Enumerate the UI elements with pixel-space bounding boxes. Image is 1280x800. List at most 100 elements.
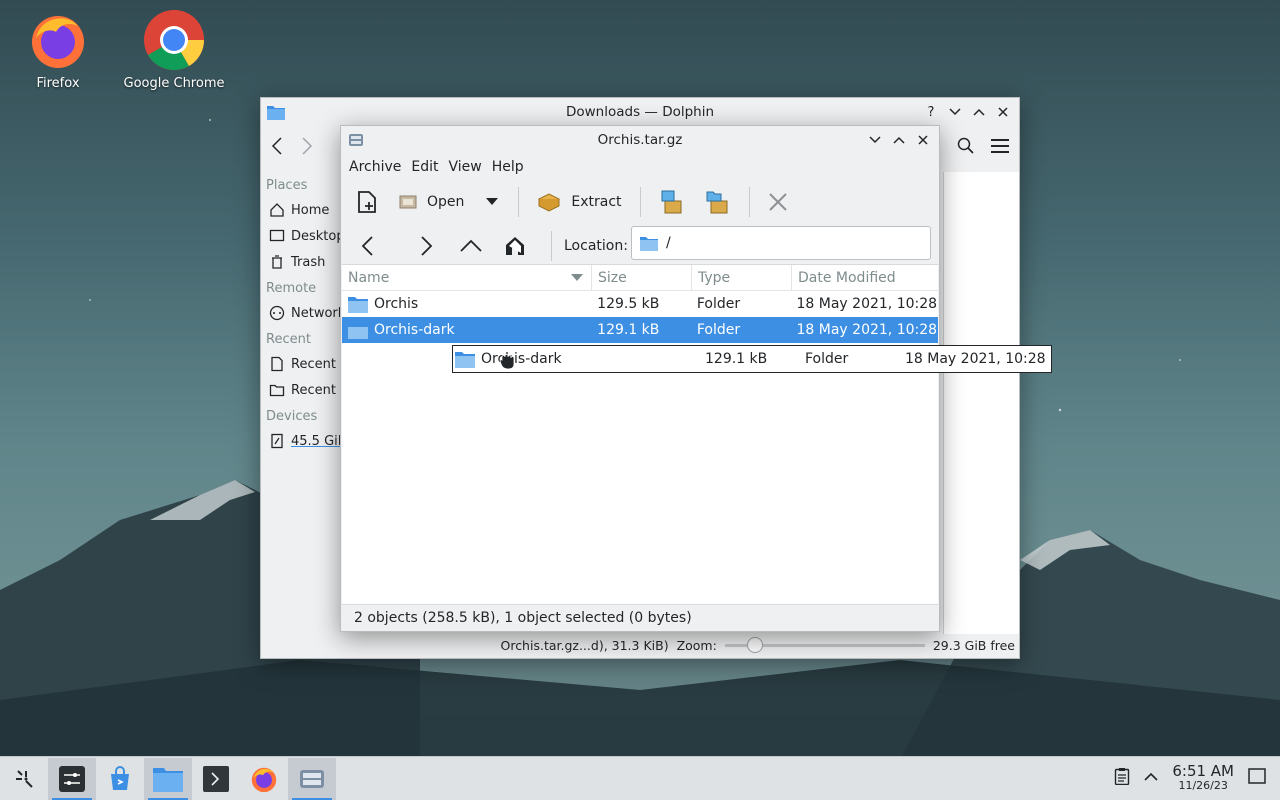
hamburger-menu-icon[interactable]	[991, 139, 1009, 157]
back-button[interactable]	[271, 136, 301, 160]
delete-x-icon	[768, 193, 787, 211]
clipboard-icon[interactable]	[1114, 767, 1130, 789]
file-name: Orchis	[374, 296, 419, 312]
delete-button[interactable]	[760, 188, 796, 216]
sidebar-item-label: Recent Files	[291, 356, 345, 372]
zoom-slider[interactable]	[724, 637, 925, 653]
open-dropdown-chevron-icon[interactable]	[476, 194, 508, 210]
menu-edit[interactable]: Edit	[407, 159, 442, 175]
file-type: Folder	[696, 296, 741, 312]
add-folder-button[interactable]	[697, 185, 739, 219]
store-bag-icon	[111, 765, 129, 790]
nav-up-button[interactable]	[449, 228, 493, 264]
sidebar-item-trash[interactable]: Trash	[261, 249, 345, 275]
desktop-icon-chrome[interactable]: Google Chrome	[119, 8, 229, 91]
task-firefox[interactable]	[240, 758, 288, 800]
location-input[interactable]: /	[631, 226, 931, 260]
add-folder-icon	[706, 191, 728, 214]
system-tray: 6:51 AM 11/26/23	[1114, 757, 1280, 799]
sidebar-item-device[interactable]: 45.5 GiB	[261, 428, 345, 454]
open-archive-icon	[399, 195, 417, 209]
ark-icon	[300, 769, 324, 788]
sidebar-item-label: Recent Locations	[291, 382, 345, 398]
desktop-icon-firefox[interactable]: Firefox	[3, 8, 113, 91]
drag-file-name: Orchis-dark	[481, 351, 562, 367]
table-row[interactable]: Orchis 129.5 kB Folder 18 May 2021, 10:2…	[342, 291, 938, 317]
nav-back-button[interactable]	[345, 228, 389, 264]
drag-file-type: Folder	[805, 351, 849, 367]
clock-date: 11/26/23	[1178, 779, 1228, 793]
archive-file-list[interactable]: Name Size Type Date Modified Orchis 129.…	[342, 264, 938, 604]
add-files-icon	[661, 190, 682, 214]
new-archive-button[interactable]	[347, 186, 387, 218]
task-ark[interactable]	[288, 757, 336, 800]
settings-sliders-icon	[59, 765, 85, 792]
desktop-icon-label: Firefox	[36, 76, 80, 91]
column-header-date[interactable]: Date Modified	[792, 265, 938, 290]
application-launcher-button[interactable]	[0, 758, 48, 800]
maximize-button[interactable]	[889, 130, 909, 150]
zoom-slider-handle[interactable]	[746, 637, 763, 653]
nav-home-button[interactable]	[493, 228, 537, 264]
tray-expand-chevron-icon[interactable]	[1144, 770, 1158, 786]
sidebar-item-label: Trash	[291, 254, 326, 270]
menu-help[interactable]: Help	[488, 159, 528, 175]
nav-forward-button[interactable]	[405, 228, 449, 264]
sidebar-item-desktop[interactable]: Desktop	[261, 223, 345, 249]
extract-button[interactable]: Extract	[529, 187, 629, 217]
open-button[interactable]: Open	[391, 190, 472, 214]
task-dolphin[interactable]	[144, 757, 192, 800]
menu-archive[interactable]: Archive	[345, 159, 405, 175]
column-header-label: Type	[698, 269, 731, 286]
task-konsole[interactable]	[192, 758, 240, 800]
close-button[interactable]	[913, 130, 933, 150]
menu-view[interactable]: View	[445, 159, 486, 175]
devices-heading: Devices	[266, 409, 318, 424]
desktop-icon-label: Google Chrome	[123, 76, 225, 91]
extract-icon	[538, 193, 561, 212]
ark-titlebar[interactable]: Orchis.tar.gz	[341, 126, 939, 154]
clock-time: 6:51 AM	[1172, 762, 1234, 781]
firefox-icon	[251, 767, 277, 792]
minimize-button[interactable]	[865, 130, 885, 150]
column-header-label: Date Modified	[798, 269, 896, 286]
toolbar-separator	[518, 187, 520, 217]
sidebar-item-recent-locations[interactable]: Recent Locations	[261, 377, 345, 403]
ark-app-icon	[347, 131, 365, 153]
window-title: Downloads — Dolphin	[565, 104, 715, 120]
new-document-icon	[358, 191, 376, 213]
search-icon[interactable]	[957, 137, 975, 159]
sidebar-item-label: 45.5 GiB	[291, 433, 345, 449]
dolphin-file-view[interactable]	[943, 172, 1019, 634]
folder-icon	[348, 322, 368, 339]
column-header-name[interactable]: Name	[342, 265, 592, 290]
sidebar-item-recent-files[interactable]: Recent Files	[261, 351, 345, 377]
add-files-button[interactable]	[651, 185, 693, 219]
file-size: 129.1 kB	[597, 322, 660, 338]
show-desktop-icon[interactable]	[1248, 768, 1266, 788]
minimize-button[interactable]	[945, 102, 965, 122]
status-selection-text: Orchis.tar.gz...d), 31.3 KiB)	[500, 637, 669, 653]
task-system-settings[interactable]	[48, 757, 96, 800]
forward-button[interactable]	[301, 136, 331, 160]
help-icon[interactable]: ?	[921, 102, 941, 122]
list-header: Name Size Type Date Modified	[342, 265, 938, 291]
maximize-button[interactable]	[969, 102, 989, 122]
column-header-size[interactable]: Size	[592, 265, 692, 290]
sidebar-item-home[interactable]: Home	[261, 197, 345, 223]
sidebar-item-network[interactable]: Network	[261, 300, 345, 326]
trash-icon	[272, 255, 282, 269]
folder-icon	[455, 351, 475, 368]
column-header-type[interactable]: Type	[692, 265, 792, 290]
location-label: Location:	[564, 238, 628, 254]
task-discover[interactable]	[96, 758, 144, 800]
digital-clock[interactable]: 6:51 AM 11/26/23	[1172, 762, 1234, 793]
folder-icon	[153, 767, 183, 792]
zoom-label: Zoom:	[676, 637, 717, 653]
network-icon	[269, 305, 285, 321]
close-button[interactable]	[993, 102, 1013, 122]
extract-label: Extract	[571, 194, 622, 210]
table-row-selected[interactable]: Orchis-dark 129.1 kB Folder 18 May 2021,…	[342, 317, 938, 343]
dolphin-titlebar[interactable]: Downloads — Dolphin ?	[261, 98, 1019, 126]
desktop-icon	[269, 229, 285, 242]
